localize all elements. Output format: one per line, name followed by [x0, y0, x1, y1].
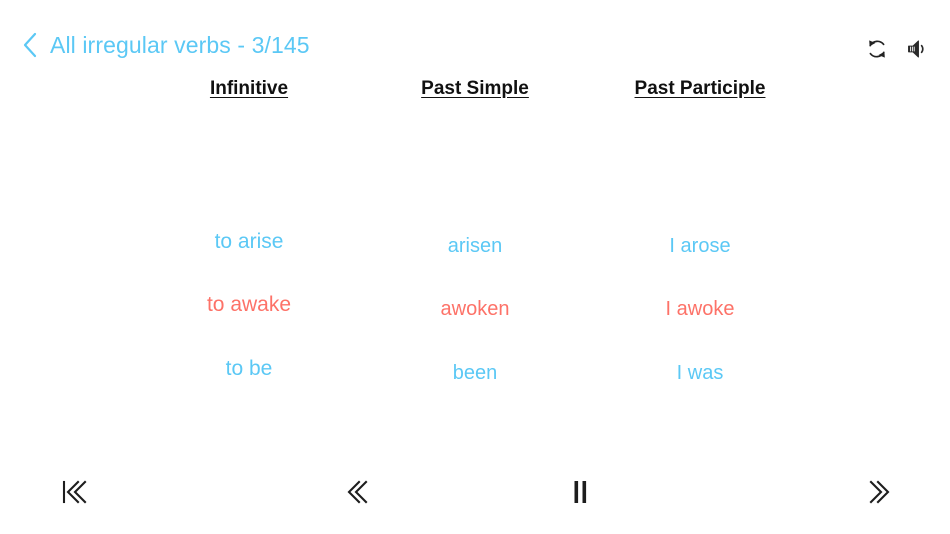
- refresh-icon: [865, 37, 889, 61]
- table-row: to be been I was: [0, 340, 950, 384]
- column-header-past-simple: Past Simple: [421, 78, 529, 99]
- cell-infinitive[interactable]: to be: [226, 354, 273, 384]
- cell-past-participle[interactable]: I awoke: [666, 294, 735, 324]
- refresh-button[interactable]: [862, 34, 892, 64]
- back-button[interactable]: All irregular verbs - 3/145: [22, 31, 310, 59]
- cell-past-participle[interactable]: I was: [677, 358, 724, 388]
- chevron-left-icon: [22, 31, 39, 59]
- next-button[interactable]: [851, 470, 907, 514]
- chevron-double-right-icon: [862, 475, 896, 509]
- sound-button[interactable]: [902, 34, 932, 64]
- cell-infinitive[interactable]: to awake: [207, 290, 291, 320]
- column-header-past-participle: Past Participle: [634, 78, 766, 99]
- table-row: to arise arisen I arose: [0, 213, 950, 257]
- page-title: All irregular verbs - 3/145: [50, 32, 310, 58]
- transport-controls: [0, 448, 950, 534]
- table-column-headers: Infinitive Past Simple Past Participle: [0, 78, 950, 118]
- cell-past-simple[interactable]: awoken: [441, 294, 510, 324]
- skip-to-start-icon: [56, 475, 90, 509]
- speaker-icon: [905, 37, 929, 61]
- previous-button[interactable]: [329, 470, 385, 514]
- play-pause-button[interactable]: [552, 470, 608, 514]
- cell-past-participle[interactable]: I arose: [669, 231, 730, 261]
- table-row: to awake awoken I awoke: [0, 276, 950, 320]
- app-root: All irregular verbs - 3/145 Infinitive P…: [0, 0, 950, 534]
- first-button[interactable]: [45, 470, 101, 514]
- cell-past-simple[interactable]: been: [453, 358, 498, 388]
- verb-table: Infinitive Past Simple Past Participle t…: [0, 78, 950, 438]
- cell-past-simple[interactable]: arisen: [448, 231, 502, 261]
- chevron-double-left-icon: [340, 475, 374, 509]
- pause-icon: [563, 475, 597, 509]
- column-header-infinitive: Infinitive: [209, 78, 289, 99]
- cell-infinitive[interactable]: to arise: [215, 227, 284, 257]
- header-actions: [862, 34, 932, 64]
- app-header: All irregular verbs - 3/145: [0, 0, 950, 84]
